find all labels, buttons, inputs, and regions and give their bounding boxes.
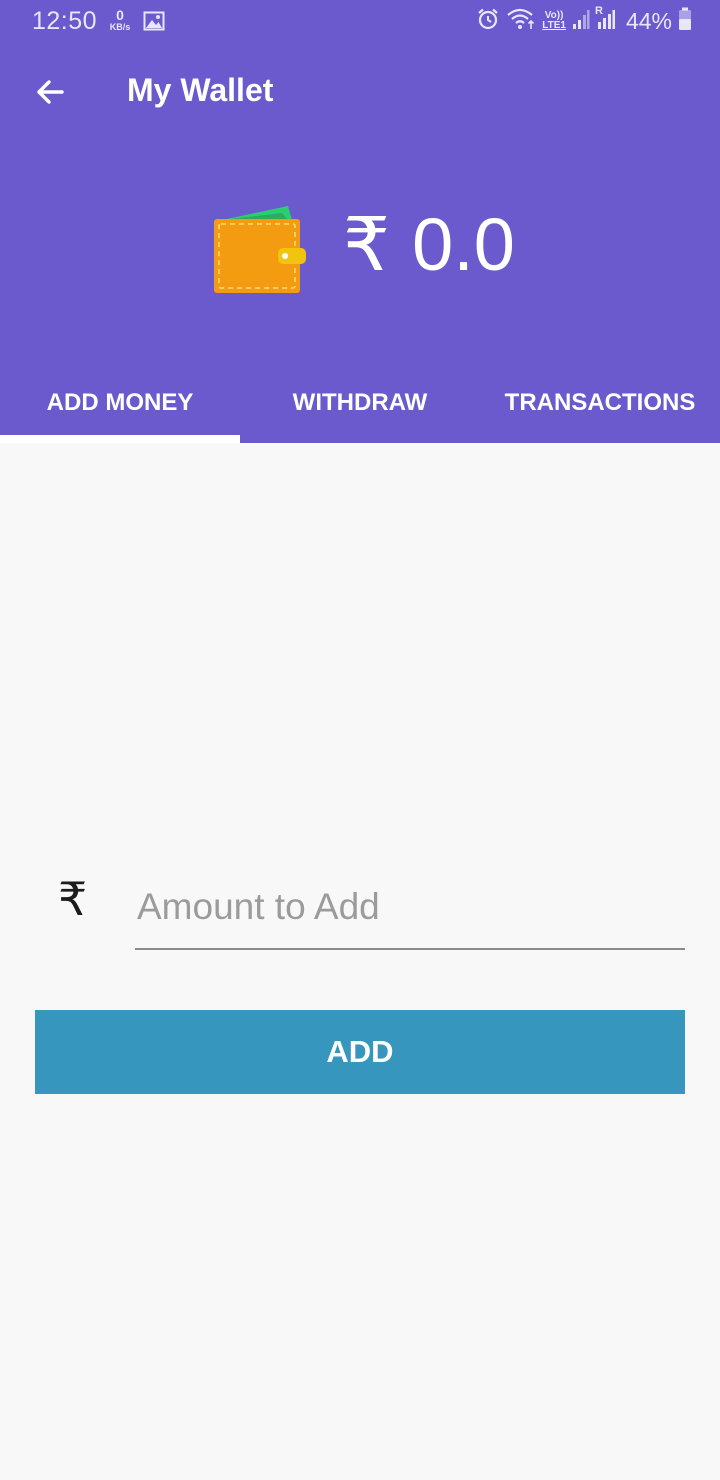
lte-label: LTE1 [542, 20, 566, 31]
wallet-icon [210, 203, 310, 300]
network-speed: 0 KB/s [105, 8, 135, 32]
alarm-icon [476, 7, 500, 36]
amount-input[interactable] [135, 872, 685, 950]
wallet-tabs: ADD MONEY WITHDRAW TRANSACTIONS [0, 370, 720, 443]
balance-amount: 0.0 [412, 203, 515, 286]
rupee-prefix-icon: ₹ [58, 873, 88, 925]
tab-withdraw[interactable]: WITHDRAW [240, 370, 480, 443]
roaming-indicator: R [594, 4, 603, 17]
signal-icon [572, 8, 590, 35]
tab-add-money[interactable]: ADD MONEY [0, 370, 240, 443]
app-header: 12:50 0 KB/s Vo)) LTE1 R 44% My Wallet ₹… [0, 0, 720, 443]
balance-currency: ₹ [343, 203, 391, 286]
network-type: Vo)) LTE1 [542, 11, 566, 31]
page-title: My Wallet [127, 72, 274, 108]
status-bar: 12:50 0 KB/s Vo)) LTE1 R 44% [0, 0, 720, 44]
add-button[interactable]: ADD [35, 1010, 685, 1094]
network-speed-value: 0 [116, 7, 124, 23]
wifi-icon [506, 7, 536, 36]
network-speed-unit: KB/s [109, 22, 131, 32]
image-icon [143, 11, 165, 36]
tab-transactions[interactable]: TRANSACTIONS [480, 370, 720, 443]
signal-roaming-icon: R [594, 4, 616, 35]
status-time: 12:50 [32, 7, 98, 35]
status-icons: Vo)) LTE1 R 44% [476, 4, 692, 36]
back-arrow-icon [37, 80, 64, 104]
battery-percent: 44% [625, 7, 672, 34]
wallet-balance: ₹0.0 [343, 208, 515, 282]
battery-icon [678, 7, 692, 36]
back-button[interactable] [24, 66, 76, 118]
